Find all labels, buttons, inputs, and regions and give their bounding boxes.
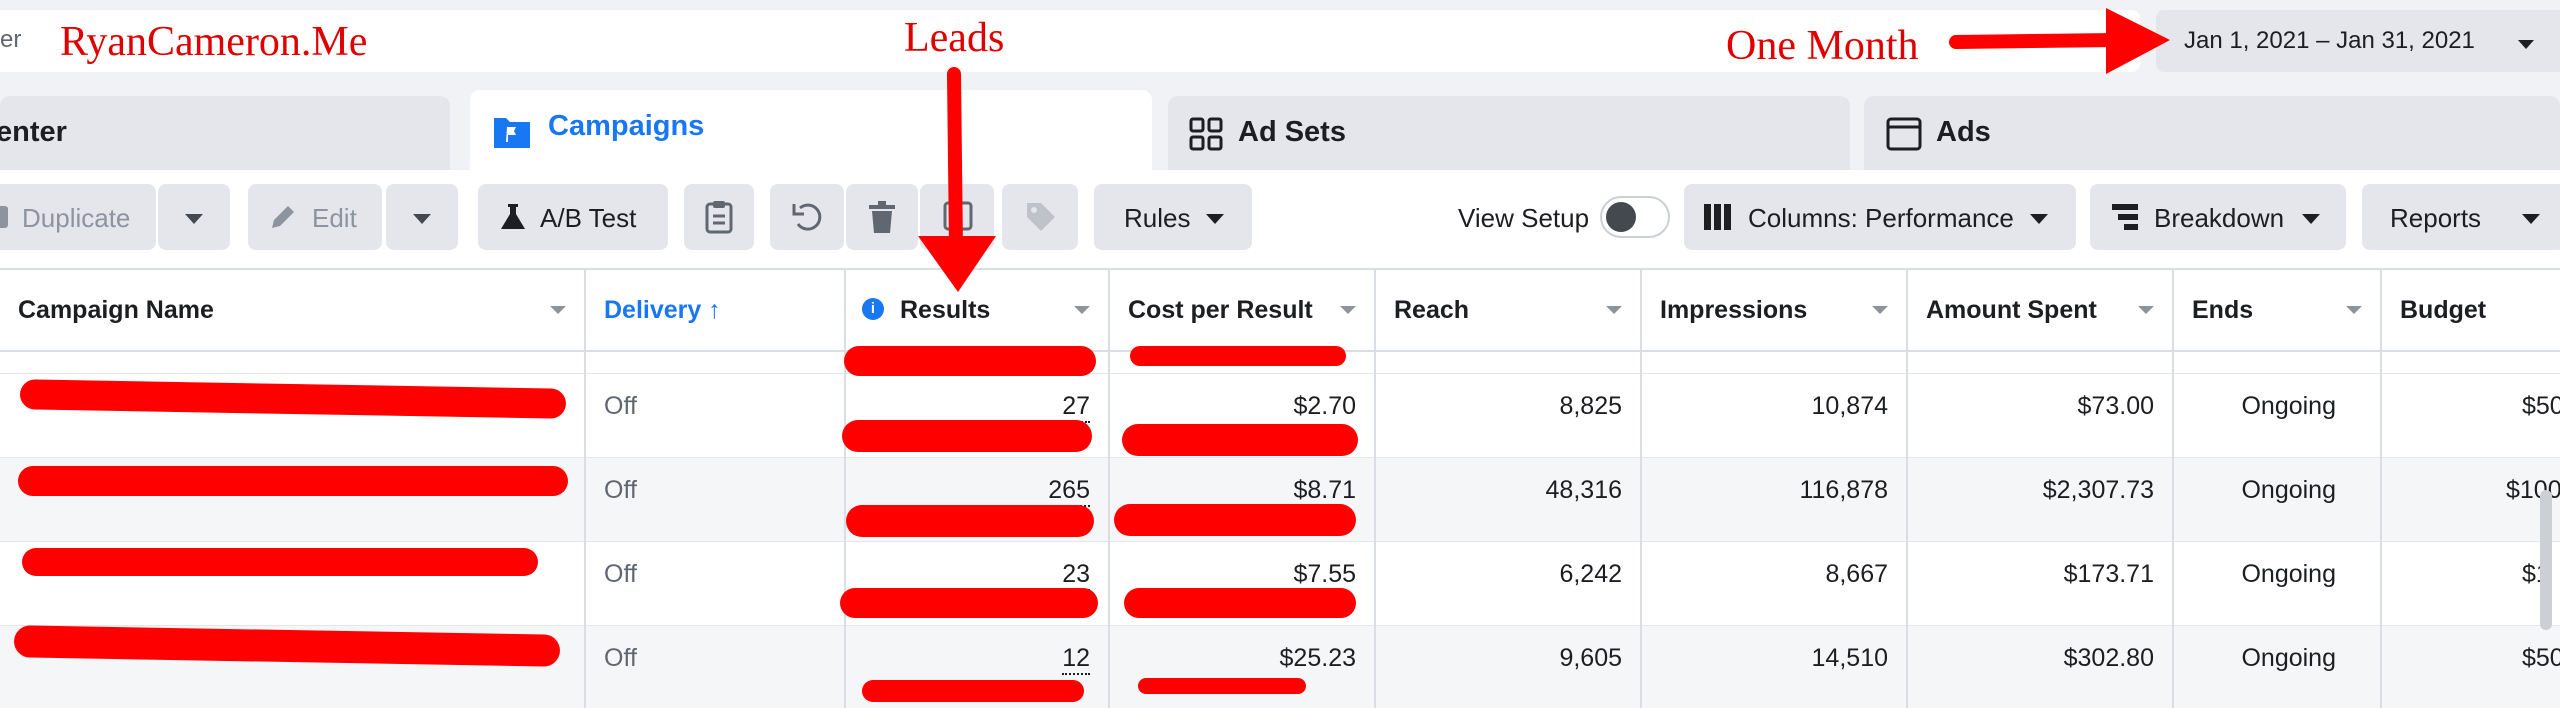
leads-arrow <box>918 67 996 292</box>
period-arrow <box>1949 8 2170 74</box>
annotation-arrows <box>918 8 2170 292</box>
